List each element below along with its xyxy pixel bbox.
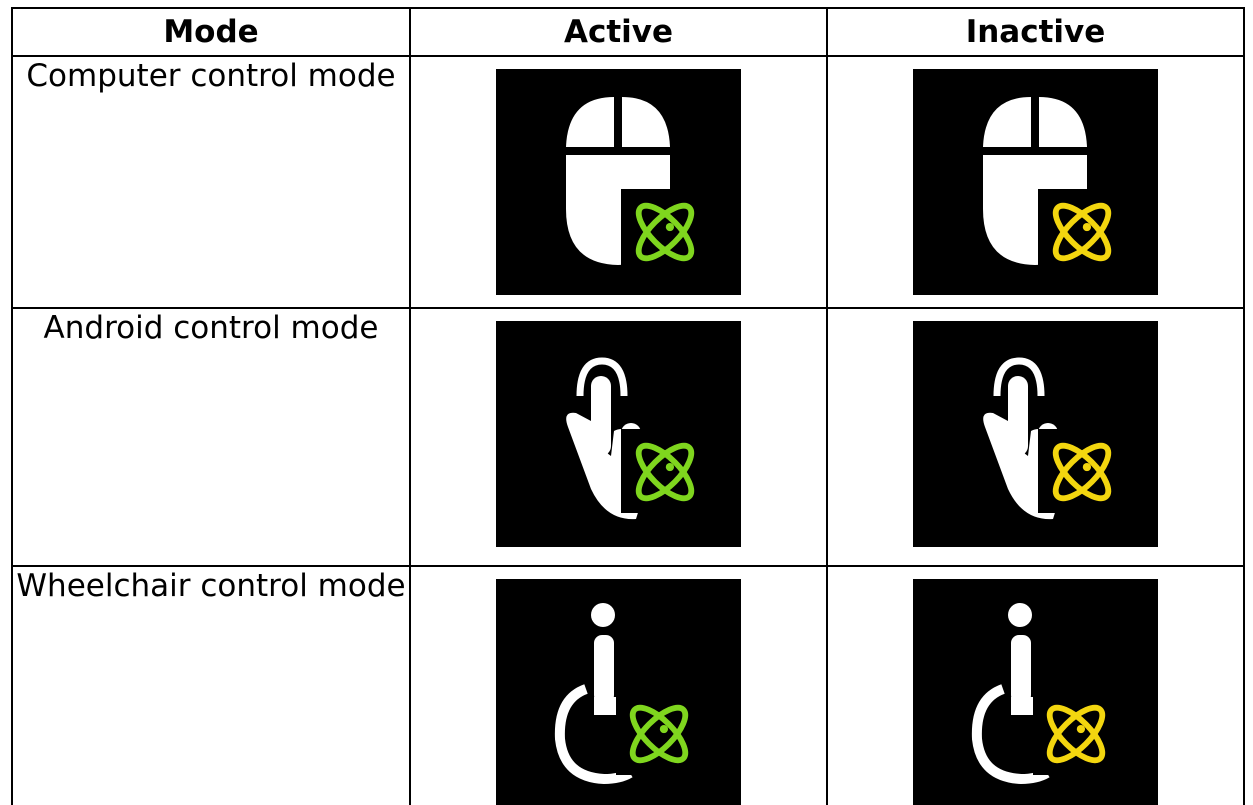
header-inactive: Inactive (826, 7, 1245, 57)
table-row: Wheelchair control mode (11, 565, 1245, 805)
mouse-icon (913, 69, 1158, 295)
tap-hand-icon (913, 321, 1158, 547)
mode-label: Computer control mode (11, 55, 411, 309)
header-mode: Mode (11, 7, 411, 57)
table-row: Android control mode (11, 307, 1245, 567)
table-row: Computer control mode (11, 55, 1245, 309)
header-row: Mode Active Inactive (11, 7, 1245, 57)
header-active: Active (409, 7, 828, 57)
wheelchair-icon (913, 579, 1158, 805)
tap-hand-icon (496, 321, 741, 547)
wheelchair-icon (496, 579, 741, 805)
mode-label: Wheelchair control mode (11, 565, 411, 805)
modes-table: Mode Active Inactive Computer control mo… (11, 7, 1245, 805)
mode-label: Android control mode (11, 307, 411, 567)
mouse-icon (496, 69, 741, 295)
